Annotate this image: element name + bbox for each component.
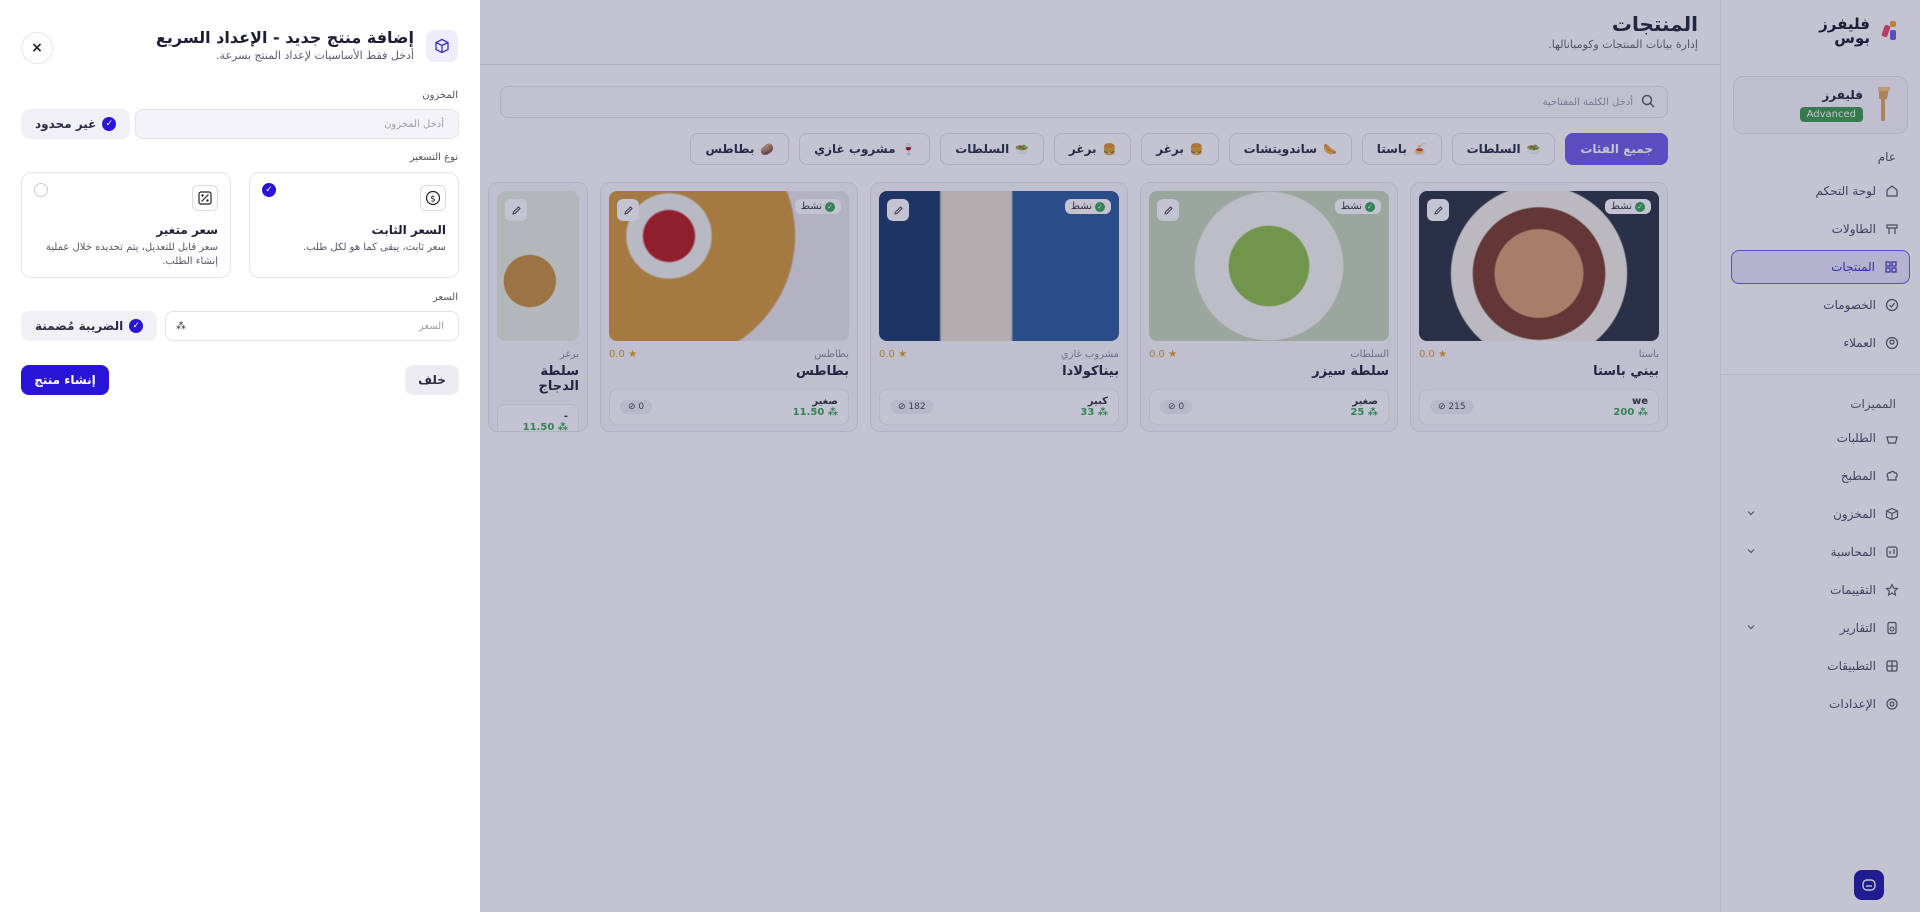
- variable-price-desc: سعر قابل للتعديل، يتم تحديده خلال عملية …: [45, 242, 218, 267]
- fixed-price-title: السعر الثابت: [371, 223, 446, 237]
- drawer-subtitle: أدخل فقط الأساسيات لإعداد المنتج بسرعة.: [216, 49, 414, 62]
- create-product-button[interactable]: إنشاء منتج: [21, 365, 109, 395]
- variable-price-title: سعر متغير: [156, 223, 218, 237]
- price-input[interactable]: السعر ⁂: [165, 311, 459, 341]
- unlimited-toggle[interactable]: ✓ غير محدود: [21, 109, 131, 139]
- tax-included-toggle[interactable]: ✓ الضريبة مُضمنة: [21, 311, 158, 341]
- create-product-label: إنشاء منتج: [34, 373, 96, 387]
- drawer-title: إضافة منتج جديد - الإعداد السريع: [155, 28, 414, 47]
- check-icon: ✓: [102, 117, 117, 131]
- check-icon: ✓: [129, 319, 144, 333]
- currency-icon: ⁂: [176, 320, 186, 332]
- pricing-type-label: نوع التسعير: [409, 152, 458, 163]
- svg-text:$: $: [430, 195, 436, 205]
- unlimited-label: غير محدود: [35, 117, 97, 131]
- tax-included-label: الضريبة مُضمنة: [35, 319, 124, 333]
- back-button[interactable]: خلف: [405, 365, 459, 395]
- app-root: فليفرز بوس فليفرز Advanced عام لوحة التح…: [0, 0, 1920, 912]
- dollar-icon: $: [420, 185, 446, 211]
- add-product-drawer: إضافة منتج جديد - الإعداد السريع أدخل فق…: [0, 0, 480, 912]
- close-button[interactable]: ×: [21, 32, 53, 64]
- fixed-price-desc: سعر ثابت، يبقى كما هو لكل طلب.: [302, 242, 446, 253]
- stock-label: المخزون: [422, 90, 458, 101]
- fixed-radio[interactable]: ✓: [262, 183, 276, 197]
- variable-price-option[interactable]: سعر متغير سعر قابل للتعديل، يتم تحديده خ…: [21, 172, 231, 278]
- price-placeholder: السعر: [418, 320, 444, 332]
- fixed-price-option[interactable]: $ ✓ السعر الثابت سعر ثابت، يبقى كما هو ل…: [249, 172, 459, 278]
- stock-input[interactable]: أدخل المخزون: [135, 109, 459, 139]
- price-label: السعر: [432, 292, 458, 303]
- percent-icon: [192, 185, 218, 211]
- cube-icon: [426, 30, 458, 62]
- variable-radio[interactable]: [34, 183, 48, 197]
